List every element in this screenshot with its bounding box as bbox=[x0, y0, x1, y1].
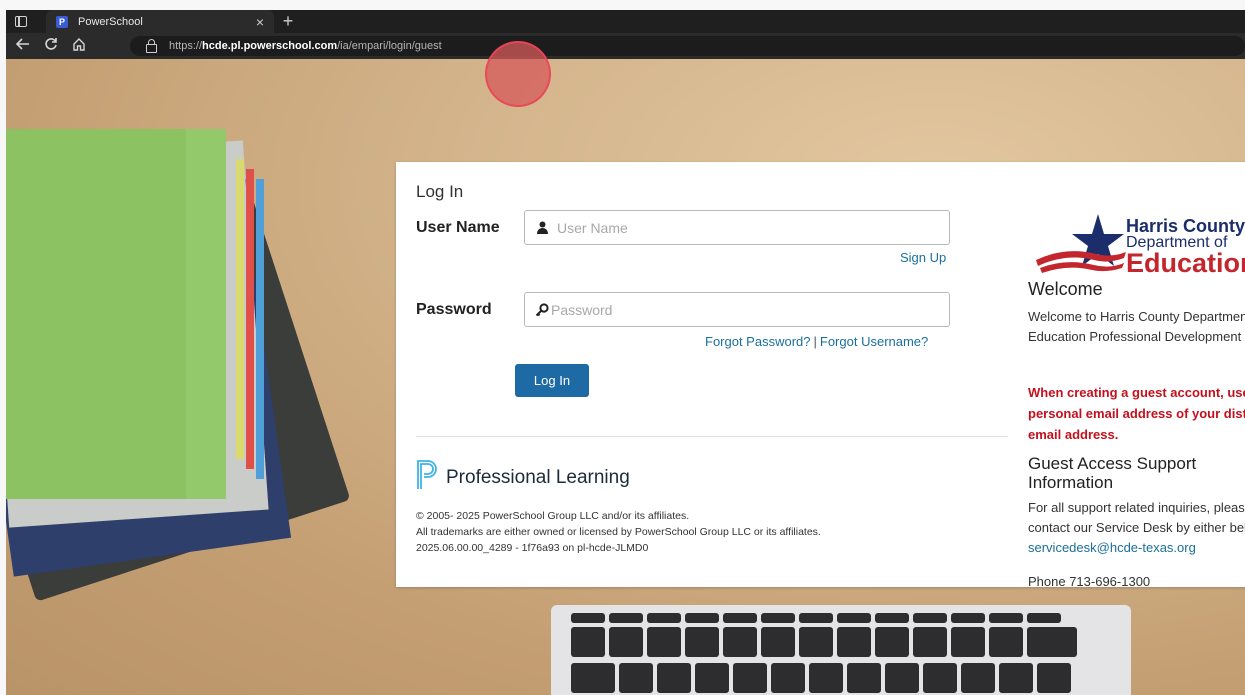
password-field[interactable] bbox=[524, 292, 950, 327]
tab-title: PowerSchool bbox=[78, 15, 143, 28]
guest-support-heading: Guest Access Support Information bbox=[1028, 454, 1197, 492]
hcde-star-flag-icon bbox=[1036, 214, 1126, 273]
professional-learning-logo: Professional Learning bbox=[416, 460, 630, 495]
tab-bar: P PowerSchool × + bbox=[6, 10, 1245, 33]
trademark-text: All trademarks are either owned or licen… bbox=[416, 526, 821, 538]
address-bar: https://hcde.pl.powerschool.com/ia/empar… bbox=[6, 33, 1245, 59]
back-arrow-icon[interactable] bbox=[12, 37, 34, 56]
browser-window: P PowerSchool × + https://hcde.pl.powers… bbox=[6, 10, 1245, 695]
url-host: hcde.pl.powerschool.com bbox=[202, 40, 338, 52]
footer-brand: Professional Learning bbox=[446, 466, 630, 488]
login-button[interactable]: Log In bbox=[515, 364, 589, 397]
home-icon[interactable] bbox=[68, 37, 90, 56]
tab-powerschool[interactable]: P PowerSchool × bbox=[46, 10, 274, 33]
close-tab-icon[interactable]: × bbox=[256, 15, 264, 29]
login-title: Log In bbox=[416, 182, 464, 201]
sign-up-link[interactable]: Sign Up bbox=[900, 250, 946, 265]
hcde-logo-line3: Education bbox=[1126, 248, 1245, 278]
new-tab-button[interactable]: + bbox=[278, 11, 298, 31]
guest-support-body: For all support related inquiries, pleas… bbox=[1028, 500, 1245, 535]
click-indicator bbox=[485, 41, 551, 107]
page-background: Log In User Name Sign Up Password Forgot… bbox=[6, 59, 1245, 695]
welcome-heading: Welcome bbox=[1028, 279, 1103, 299]
forgot-links: Forgot Password? | Forgot Username? bbox=[705, 334, 928, 349]
tab-actions-icon[interactable] bbox=[10, 11, 32, 33]
username-input[interactable] bbox=[555, 218, 939, 237]
forgot-password-link[interactable]: Forgot Password? bbox=[705, 334, 811, 349]
link-separator: | bbox=[813, 334, 817, 349]
welcome-text: Welcome to Harris County Department of E… bbox=[1028, 309, 1245, 344]
forgot-username-link[interactable]: Forgot Username? bbox=[820, 334, 928, 349]
reload-icon[interactable] bbox=[40, 37, 62, 56]
background-keyboard-photo bbox=[551, 605, 1131, 695]
copyright-block: © 2005- 2025 PowerSchool Group LLC and/o… bbox=[416, 508, 856, 556]
url-text[interactable]: https://hcde.pl.powerschool.com/ia/empar… bbox=[169, 40, 442, 52]
guest-account-warning: When creating a guest account, use your … bbox=[1028, 385, 1245, 442]
copyright-text: © 2005- 2025 PowerSchool Group LLC and/o… bbox=[416, 510, 690, 522]
phone-number: Phone 713-696-1300 bbox=[1028, 574, 1151, 589]
divider bbox=[416, 436, 1008, 437]
service-desk-email-link[interactable]: servicedesk@hcde-texas.org bbox=[1028, 540, 1196, 555]
version-text: 2025.06.00.00_4289 - 1f76a93 on pl-hcde-… bbox=[416, 542, 649, 554]
background-book-photo bbox=[6, 129, 264, 499]
username-label: User Name bbox=[416, 219, 500, 236]
key-icon bbox=[535, 302, 549, 317]
url-scheme: https:// bbox=[169, 40, 203, 52]
user-icon bbox=[535, 221, 549, 235]
login-card: Log In User Name Sign Up Password Forgot… bbox=[396, 162, 1245, 589]
username-field[interactable] bbox=[524, 210, 950, 245]
password-input[interactable] bbox=[549, 300, 933, 319]
url-field[interactable]: https://hcde.pl.powerschool.com/ia/empar… bbox=[130, 36, 1245, 56]
password-label: Password bbox=[416, 301, 492, 318]
lock-icon[interactable] bbox=[146, 38, 157, 53]
powerschool-p-icon bbox=[416, 460, 438, 495]
powerschool-favicon-icon: P bbox=[56, 15, 68, 28]
guest-support-text: For all support related inquiries, pleas… bbox=[1028, 498, 1245, 558]
url-path: /ia/empari/login/guest bbox=[337, 40, 442, 52]
hcde-logo: Harris County Department of Education bbox=[1036, 210, 1245, 280]
